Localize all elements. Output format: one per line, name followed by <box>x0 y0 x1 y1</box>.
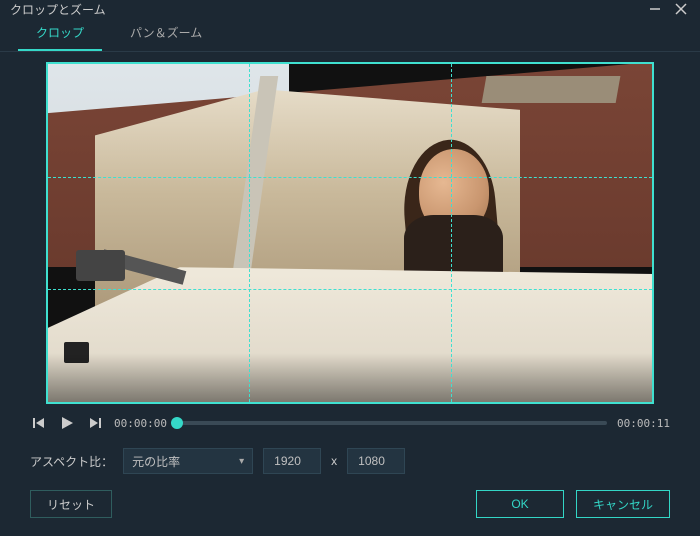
footer: リセット OK キャンセル <box>0 484 700 536</box>
play-button[interactable] <box>58 414 76 432</box>
tab-panzoom[interactable]: パン＆ズーム <box>112 18 220 51</box>
titlebar: クロップとズーム <box>0 0 700 18</box>
crop-zoom-dialog: クロップとズーム クロップ パン＆ズーム <box>0 0 700 536</box>
chevron-down-icon: ▾ <box>239 456 244 467</box>
height-value: 1080 <box>358 454 385 468</box>
time-current: 00:00:00 <box>114 417 167 430</box>
minimize-icon <box>649 3 661 15</box>
close-button[interactable] <box>672 0 690 18</box>
window-title: クロップとズーム <box>10 1 638 18</box>
crop-handle-tl[interactable] <box>46 62 60 76</box>
minimize-button[interactable] <box>646 0 664 18</box>
video-preview[interactable] <box>46 62 654 404</box>
timeline-slider[interactable] <box>177 421 607 425</box>
grid-line <box>48 177 652 178</box>
crop-handle-br[interactable] <box>640 390 654 404</box>
grid-line <box>249 64 250 402</box>
aspect-select[interactable]: 元の比率 ▾ <box>123 448 253 474</box>
prev-frame-button[interactable] <box>30 414 48 432</box>
cancel-button[interactable]: キャンセル <box>576 490 670 518</box>
grid-line <box>48 289 652 290</box>
prev-frame-icon <box>33 417 45 429</box>
next-frame-button[interactable] <box>86 414 104 432</box>
ok-button[interactable]: OK <box>476 490 564 518</box>
aspect-controls: アスペクト比： 元の比率 ▾ 1920 x 1080 <box>0 438 700 484</box>
aspect-label: アスペクト比： <box>30 453 113 470</box>
play-icon <box>60 416 74 430</box>
crop-handle-tr[interactable] <box>640 62 654 76</box>
time-total: 00:00:11 <box>617 417 670 430</box>
playbar: 00:00:00 00:00:11 <box>0 410 700 438</box>
tabs: クロップ パン＆ズーム <box>0 18 700 52</box>
tab-crop[interactable]: クロップ <box>18 18 102 51</box>
close-icon <box>675 3 687 15</box>
width-input[interactable]: 1920 <box>263 448 321 474</box>
preview-area <box>0 52 700 410</box>
next-frame-icon <box>89 417 101 429</box>
crop-handle-bl[interactable] <box>46 390 60 404</box>
width-value: 1920 <box>274 454 301 468</box>
timeline-knob[interactable] <box>171 417 183 429</box>
dimension-separator: x <box>331 454 337 468</box>
crop-rectangle[interactable] <box>46 62 654 404</box>
height-input[interactable]: 1080 <box>347 448 405 474</box>
grid-line <box>451 64 452 402</box>
reset-button[interactable]: リセット <box>30 490 112 518</box>
aspect-select-value: 元の比率 <box>132 453 180 470</box>
